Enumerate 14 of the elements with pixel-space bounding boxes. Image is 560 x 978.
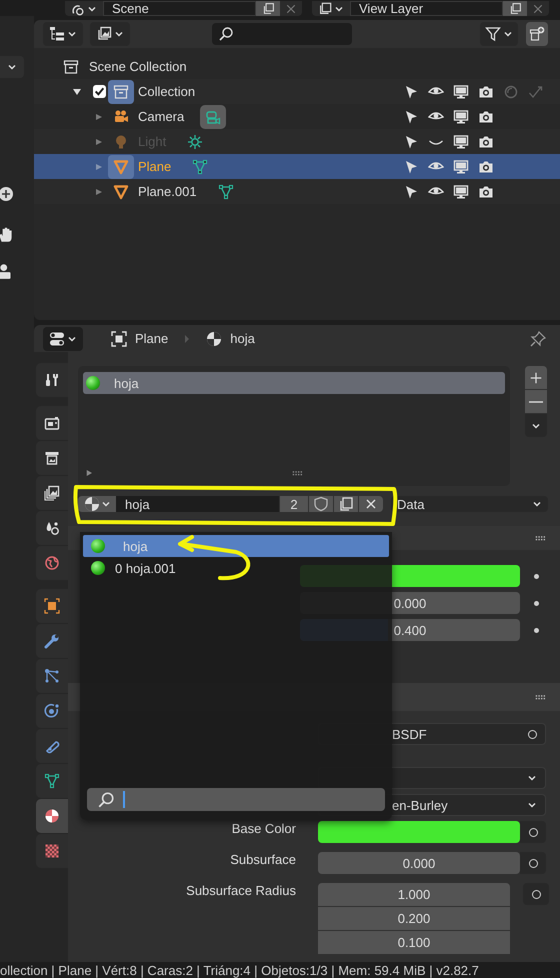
breadcrumb-label: Plane [135, 331, 168, 346]
collection-name: Collection [138, 84, 196, 99]
status-bar-text: ollection | Plane | Vért:8 | Caras:2 | Triáng:4 | Objetos:1/3 | Mem: 59.4 MiB | v2.82.7 [0, 962, 480, 978]
property-label: Subsurface Radius [185, 883, 296, 900]
menu-item-label: hoja [123, 538, 148, 554]
property-label: Base Color [230, 821, 296, 838]
object-name: Camera [138, 109, 184, 124]
menu-item-label: 0 hoja.001 [115, 560, 176, 576]
collection-name: Scene Collection [89, 59, 187, 74]
object-name: Plane [138, 159, 172, 174]
object-name: Plane.001 [138, 184, 197, 199]
material-slot-name: hoja [114, 376, 139, 390]
property-label: Subsurface [229, 852, 296, 869]
breadcrumb-label: hoja [230, 331, 255, 346]
